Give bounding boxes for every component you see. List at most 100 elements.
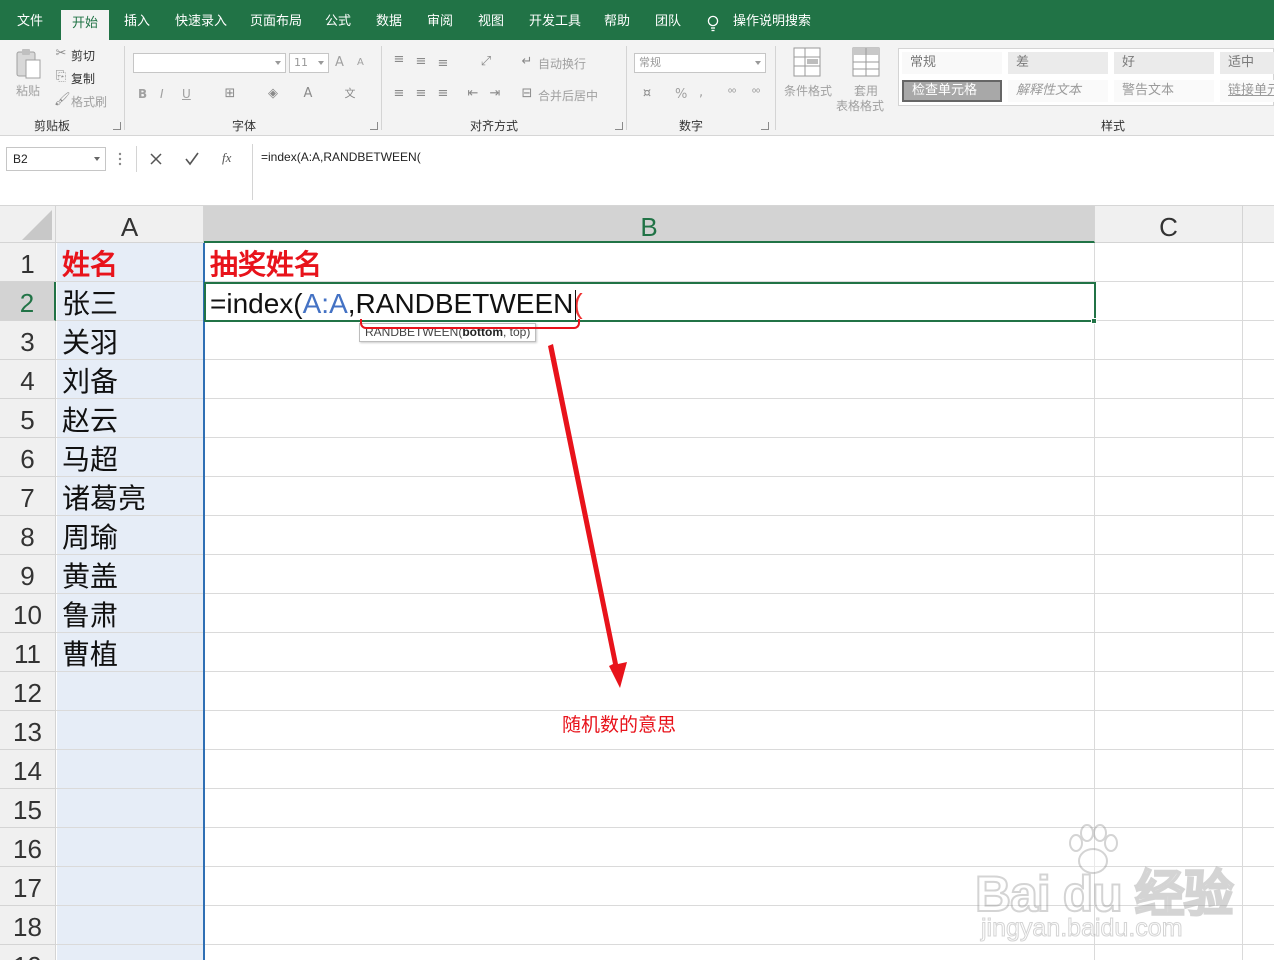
cell-a10[interactable]: 鲁肃: [62, 594, 118, 633]
increase-indent-icon[interactable]: ⇥: [488, 86, 502, 102]
cancel-icon[interactable]: [148, 149, 164, 169]
style-warning[interactable]: 警告文本: [1114, 80, 1214, 102]
shrink-font-button[interactable]: A: [357, 57, 364, 68]
number-format-combo[interactable]: 常规: [634, 53, 766, 73]
formula-input[interactable]: =index(A:A,RANDBETWEEN(: [252, 144, 1274, 200]
currency-icon[interactable]: ¤: [638, 86, 656, 102]
align-bottom-icon[interactable]: ≡: [436, 56, 450, 72]
row-header-4[interactable]: 4: [0, 360, 56, 399]
row-header-9[interactable]: 9: [0, 555, 56, 594]
format-as-table-line2[interactable]: 表格格式: [836, 97, 884, 114]
chevron-down-icon[interactable]: [94, 157, 100, 161]
row-header-15[interactable]: 15: [0, 789, 56, 828]
cell-a6[interactable]: 马超: [62, 438, 118, 477]
tab-view[interactable]: 视图: [478, 11, 504, 33]
lightbulb-icon[interactable]: [707, 15, 719, 33]
clipboard-launcher-icon[interactable]: [113, 122, 121, 130]
phonetic-icon[interactable]: 文: [341, 86, 359, 102]
style-linked-cell[interactable]: 链接单元格: [1220, 80, 1274, 102]
merge-center-button[interactable]: 合并后居中: [538, 87, 598, 104]
column-header-b[interactable]: B: [204, 206, 1095, 243]
tab-developer[interactable]: 开发工具: [529, 11, 581, 33]
tab-team[interactable]: 团队: [655, 11, 681, 33]
style-bad[interactable]: 差: [1008, 52, 1108, 74]
decrease-indent-icon[interactable]: ⇤: [466, 86, 480, 102]
font-name-combo[interactable]: [133, 53, 286, 73]
cell-a3[interactable]: 关羽: [62, 321, 118, 360]
font-size-combo[interactable]: 11: [289, 53, 329, 73]
scissors-icon[interactable]: ✂: [54, 46, 68, 62]
row-header-6[interactable]: 6: [0, 438, 56, 477]
align-left-icon[interactable]: ≡: [392, 86, 406, 102]
checkmark-icon[interactable]: [184, 149, 200, 169]
column-header-d[interactable]: [1243, 206, 1274, 243]
orientation-icon[interactable]: ⤢: [478, 54, 494, 70]
paste-icon[interactable]: [14, 48, 44, 80]
more-options-icon[interactable]: [118, 152, 122, 166]
format-painter-icon[interactable]: 🖌: [54, 92, 71, 108]
row-header-7[interactable]: 7: [0, 477, 56, 516]
tell-me-search[interactable]: 操作说明搜索: [733, 11, 811, 33]
decrease-decimal-icon[interactable]: ⁰⁰: [748, 86, 764, 102]
row-header-12[interactable]: 12: [0, 672, 56, 711]
fill-color-icon[interactable]: ◈: [265, 86, 281, 102]
tab-insert[interactable]: 插入: [124, 11, 150, 33]
wrap-text-icon[interactable]: ↵: [520, 54, 534, 70]
cell-a1[interactable]: 姓名: [62, 243, 118, 282]
align-middle-icon[interactable]: ≡: [414, 54, 428, 70]
format-as-table-icon[interactable]: [851, 46, 883, 80]
wrap-text-button[interactable]: 自动换行: [538, 55, 586, 72]
cell-a7[interactable]: 诸葛亮: [62, 477, 146, 516]
column-header-c[interactable]: C: [1095, 206, 1243, 243]
row-header-16[interactable]: 16: [0, 828, 56, 867]
cell-a5[interactable]: 赵云: [62, 399, 118, 438]
row-header-1[interactable]: 1: [0, 243, 56, 282]
style-good[interactable]: 好: [1114, 52, 1214, 74]
cell-a9[interactable]: 黄盖: [62, 555, 118, 594]
cell-a2[interactable]: 张三: [62, 282, 118, 321]
select-all-triangle-icon[interactable]: [22, 210, 52, 240]
row-header-10[interactable]: 10: [0, 594, 56, 633]
row-header-14[interactable]: 14: [0, 750, 56, 789]
paste-label[interactable]: 粘贴: [16, 82, 40, 99]
comma-button[interactable]: ,: [699, 85, 703, 100]
cell-a8[interactable]: 周瑜: [62, 516, 118, 555]
row-header-11[interactable]: 11: [0, 633, 56, 672]
align-top-icon[interactable]: ≡: [392, 52, 406, 68]
tab-review[interactable]: 审阅: [427, 11, 453, 33]
italic-button[interactable]: I: [160, 87, 164, 101]
font-launcher-icon[interactable]: [370, 122, 378, 130]
tab-quick-entry[interactable]: 快速录入: [175, 11, 227, 33]
cell-a4[interactable]: 刘备: [62, 360, 118, 399]
tab-file[interactable]: 文件: [17, 11, 43, 33]
grow-font-button[interactable]: A: [335, 55, 344, 70]
tab-home[interactable]: 开始: [61, 10, 110, 40]
conditional-formatting-icon[interactable]: [792, 46, 824, 80]
conditional-formatting-button[interactable]: 条件格式: [784, 82, 832, 99]
cut-button[interactable]: 剪切: [71, 47, 95, 64]
align-center-icon[interactable]: ≡: [414, 86, 428, 102]
borders-icon[interactable]: ⊞: [222, 86, 238, 102]
tab-formulas[interactable]: 公式: [325, 11, 351, 33]
tab-data[interactable]: 数据: [376, 11, 402, 33]
align-right-icon[interactable]: ≡: [436, 86, 450, 102]
increase-decimal-icon[interactable]: ⁰⁰: [724, 86, 740, 102]
style-explanatory[interactable]: 解释性文本: [1008, 80, 1108, 102]
percent-button[interactable]: %: [675, 87, 687, 102]
column-header-a[interactable]: A: [56, 206, 204, 243]
merge-center-icon[interactable]: ⊟: [520, 86, 534, 102]
bold-button[interactable]: B: [138, 87, 147, 101]
insert-function-button[interactable]: fx: [222, 150, 231, 166]
row-header-2[interactable]: 2: [0, 282, 56, 321]
row-header-3[interactable]: 3: [0, 321, 56, 360]
alignment-launcher-icon[interactable]: [615, 122, 623, 130]
row-header-8[interactable]: 8: [0, 516, 56, 555]
style-neutral[interactable]: 适中: [1220, 52, 1274, 74]
row-header-19[interactable]: 19: [0, 945, 56, 960]
cell-b1[interactable]: 抽奖姓名: [210, 243, 322, 282]
font-color-icon[interactable]: A: [300, 86, 316, 102]
fill-handle[interactable]: [1091, 318, 1097, 324]
style-normal[interactable]: 常规: [902, 52, 1002, 74]
row-header-5[interactable]: 5: [0, 399, 56, 438]
cell-a11[interactable]: 曹植: [62, 633, 118, 672]
